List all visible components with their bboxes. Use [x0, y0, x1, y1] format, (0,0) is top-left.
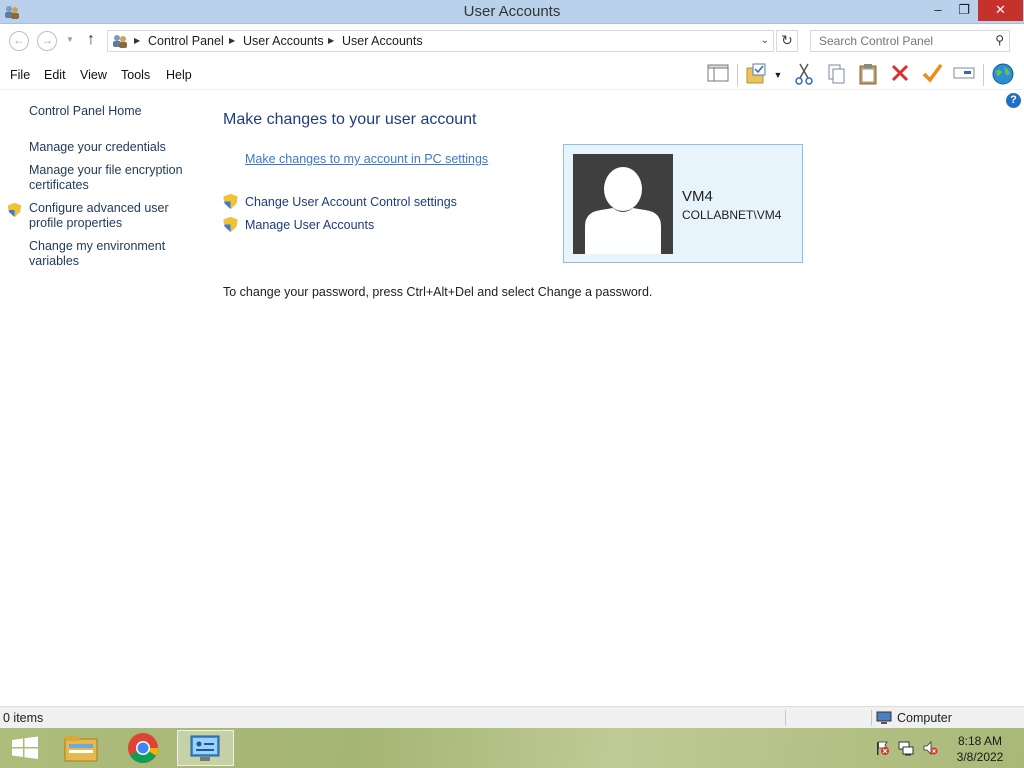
volume-muted-icon[interactable]: [922, 740, 938, 756]
refresh-button[interactable]: ↻: [776, 30, 798, 52]
manage-encryption-certificates-link[interactable]: Manage your file encryption certificates: [29, 163, 189, 193]
breadcrumb-separator-icon[interactable]: ▶: [328, 36, 334, 45]
menu-view[interactable]: View: [80, 68, 107, 82]
title-bar: User Accounts – ❐ ✕: [0, 0, 1024, 24]
address-bar[interactable]: ▶ Control Panel ▶ User Accounts ▶ User A…: [107, 30, 774, 52]
control-panel-icon: [113, 35, 127, 48]
rename-icon[interactable]: [951, 62, 977, 88]
toolbar-divider: [737, 64, 738, 86]
search-input[interactable]: [811, 31, 981, 51]
account-domain: COLLABNET\VM4: [682, 208, 782, 222]
file-explorer-icon: [64, 736, 98, 762]
advanced-profile-properties-link[interactable]: Configure advanced user profile properti…: [29, 201, 189, 231]
search-icon[interactable]: ⚲: [995, 33, 1004, 47]
dropdown-icon[interactable]: ▼: [768, 62, 788, 88]
control-panel-icon: [190, 735, 220, 761]
control-panel-home-link[interactable]: Control Panel Home: [29, 104, 199, 119]
recent-locations-dropdown-icon[interactable]: ▼: [66, 35, 74, 44]
breadcrumb-user-accounts[interactable]: User Accounts: [243, 34, 324, 48]
uac-shield-icon: [223, 194, 238, 209]
menu-tools[interactable]: Tools: [121, 68, 150, 82]
avatar: [573, 154, 673, 254]
chrome-icon: [128, 733, 158, 764]
menu-edit[interactable]: Edit: [44, 68, 66, 82]
status-divider: [785, 710, 786, 726]
breadcrumb-separator-icon[interactable]: ▶: [229, 36, 235, 45]
clock-date[interactable]: 3/8/2022: [952, 750, 1008, 764]
breadcrumb-control-panel[interactable]: Control Panel: [148, 34, 224, 48]
menu-help[interactable]: Help: [166, 68, 192, 82]
copy-icon[interactable]: [823, 62, 849, 88]
address-dropdown-icon[interactable]: ⌄: [761, 35, 769, 46]
windows-logo-icon: [12, 736, 38, 759]
clock-time[interactable]: 8:18 AM: [952, 734, 1008, 748]
breadcrumb-separator-icon[interactable]: ▶: [134, 36, 140, 45]
up-button[interactable]: ↑: [87, 31, 95, 49]
uac-shield-icon: [223, 217, 238, 232]
uac-settings-task[interactable]: Change User Account Control settings: [223, 194, 457, 209]
status-bar: 0 items Computer: [0, 706, 1024, 728]
cut-icon[interactable]: [791, 62, 817, 88]
checkmark-icon[interactable]: [919, 62, 945, 88]
close-button[interactable]: ✕: [978, 0, 1023, 21]
control-panel-taskbar-button[interactable]: [177, 730, 234, 766]
manage-credentials-link[interactable]: Manage your credentials: [29, 140, 199, 155]
menu-bar: File Edit View Tools Help ▼: [0, 60, 1024, 90]
action-center-flag-icon[interactable]: [874, 740, 890, 756]
item-count: 0 items: [3, 711, 44, 725]
network-icon[interactable]: [898, 740, 914, 756]
page-title: Make changes to your user account: [223, 111, 477, 128]
password-note: To change your password, press Ctrl+Alt+…: [223, 285, 653, 299]
minimize-button[interactable]: –: [925, 0, 951, 21]
account-name: VM4: [682, 188, 713, 205]
toolbar-divider: [983, 64, 984, 86]
maximize-button[interactable]: ❐: [951, 0, 977, 21]
computer-icon: [876, 711, 892, 724]
navigation-bar: ← → ▼ ↑ ▶ Control Panel ▶ User Accounts …: [0, 25, 1024, 57]
uac-settings-link[interactable]: Change User Account Control settings: [245, 195, 457, 209]
globe-icon[interactable]: [990, 62, 1016, 88]
location-label: Computer: [897, 711, 952, 725]
back-button[interactable]: ←: [9, 31, 29, 51]
taskbar: 8:18 AM 3/8/2022: [0, 728, 1024, 768]
window-title: User Accounts: [463, 3, 561, 20]
forward-button[interactable]: →: [37, 31, 57, 51]
uac-shield-icon: [8, 203, 21, 217]
user-silhouette-icon: [585, 167, 661, 254]
status-divider: [871, 710, 872, 726]
search-box[interactable]: ⚲: [810, 30, 1010, 52]
manage-user-accounts-link[interactable]: Manage User Accounts: [245, 218, 374, 232]
chrome-button[interactable]: [117, 730, 169, 766]
manage-user-accounts-task[interactable]: Manage User Accounts: [223, 217, 374, 232]
pc-settings-link[interactable]: Make changes to my account in PC setting…: [245, 152, 488, 166]
file-explorer-button[interactable]: [55, 730, 107, 766]
help-icon[interactable]: ?: [1006, 93, 1021, 108]
environment-variables-link[interactable]: Change my environment variables: [29, 239, 189, 269]
delete-icon[interactable]: [887, 62, 913, 88]
account-card: VM4 COLLABNET\VM4: [563, 144, 803, 263]
breadcrumb-user-accounts-current[interactable]: User Accounts: [342, 34, 423, 48]
layout-pane-icon[interactable]: [705, 62, 731, 88]
folder-check-icon[interactable]: [743, 62, 769, 88]
start-button[interactable]: [0, 730, 52, 766]
paste-icon[interactable]: [855, 62, 881, 88]
menu-file[interactable]: File: [10, 68, 30, 82]
